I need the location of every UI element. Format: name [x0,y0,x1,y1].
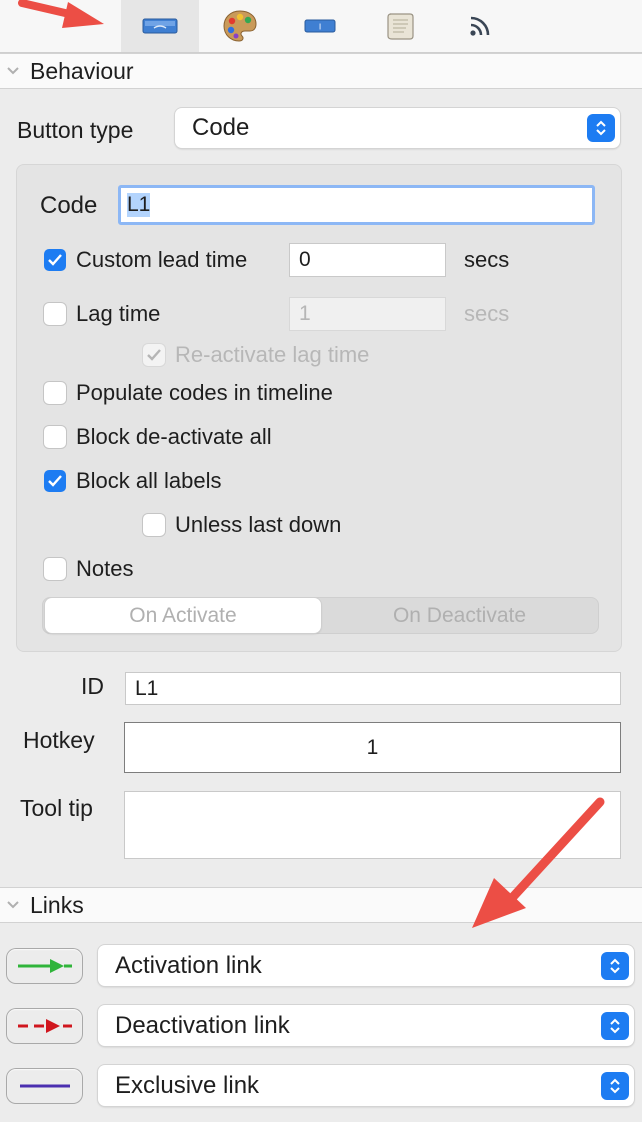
tooltip-textarea[interactable] [124,791,621,859]
exclusive-link-label: Exclusive link [115,1071,260,1099]
label-tab[interactable]: I [281,0,359,52]
label-tab-icon: I [304,19,336,33]
code-value: L1 [127,193,151,217]
block-deactivate-all-checkbox[interactable] [44,426,66,448]
updown-chevron-icon [601,1071,629,1100]
populate-codes-label: Populate codes in timeline [76,380,333,405]
id-input[interactable]: L1 [125,672,621,705]
behaviour-tab[interactable] [121,0,199,52]
deactivation-link-select[interactable]: Deactivation link [98,1005,634,1046]
lag-time-unit: secs [464,301,510,326]
deactivation-link-swatch[interactable] [7,1009,82,1043]
script-tab[interactable] [361,0,439,52]
unless-last-down-label: Unless last down [175,512,342,537]
behaviour-section-header[interactable]: Behaviour [0,53,642,89]
id-value: L1 [135,676,159,700]
tooltip-label: Tool tip [20,795,93,821]
custom-lead-time-label: Custom lead time [76,247,248,272]
segment-on-activate[interactable]: On Activate [45,598,321,633]
chevron-down-icon [4,896,22,914]
lag-time-value: 1 [299,302,311,325]
code-input[interactable]: L1 [118,185,595,225]
block-all-labels-label: Block all labels [76,468,222,493]
notes-checkbox[interactable] [44,558,66,580]
notes-label: Notes [76,556,134,581]
id-label: ID [81,673,104,699]
script-tab-icon [387,13,414,40]
updown-chevron-icon [601,1011,629,1040]
segment-on-deactivate[interactable]: On Deactivate [321,598,598,633]
checkmark-icon [147,349,161,361]
behaviour-section-title: Behaviour [30,57,134,84]
reactivate-lag-time-label: Re-activate lag time [175,342,370,367]
checkmark-icon [48,254,62,266]
broadcast-tab[interactable] [441,0,519,52]
hotkey-field[interactable]: 1 [124,722,621,773]
dashed-arrow-icon [17,1019,72,1033]
lead-time-value: 0 [299,248,311,271]
code-label: Code [40,192,98,219]
button-type-value: Code [192,114,250,141]
links-section-title: Links [30,891,84,918]
block-all-labels-checkbox[interactable] [44,470,66,492]
hotkey-value: 1 [366,735,379,759]
button-type-label: Button type [17,117,134,143]
updown-chevron-icon [601,951,629,980]
exclusive-link-swatch[interactable] [7,1069,82,1103]
lead-time-input[interactable]: 0 [289,243,446,277]
exclusive-link-select[interactable]: Exclusive link [98,1065,634,1106]
hotkey-label: Hotkey [23,727,95,753]
deactivation-link-label: Deactivation link [115,1011,290,1039]
svg-text:I: I [319,23,321,32]
populate-codes-checkbox[interactable] [44,382,66,404]
lag-time-checkbox[interactable] [44,303,66,325]
reactivate-lag-time-checkbox [143,344,165,366]
unless-last-down-checkbox[interactable] [143,514,165,536]
activation-link-select[interactable]: Activation link [98,945,634,986]
solid-line-icon [19,1084,70,1088]
behaviour-tab-icon [142,18,178,34]
block-deactivate-all-label: Block de-activate all [76,424,272,449]
activate-segmented-control: On Activate On Deactivate [43,598,598,633]
lag-time-input: 1 [289,297,446,331]
inspector-toolbar: I [0,0,642,53]
updown-chevron-icon [587,114,615,142]
custom-lead-time-checkbox[interactable] [44,249,66,271]
activation-link-label: Activation link [115,951,262,979]
chevron-down-icon [4,62,22,80]
appearance-tab[interactable] [201,0,279,52]
lead-time-unit: secs [464,247,510,272]
broadcast-tab-icon [470,16,490,36]
checkmark-icon [48,475,62,487]
appearance-palette-icon [223,10,257,42]
activation-link-swatch[interactable] [7,949,82,983]
button-type-select[interactable]: Code [175,108,620,148]
lag-time-label: Lag time [76,301,161,326]
links-section-header[interactable]: Links [0,887,642,923]
solid-arrow-icon [17,959,72,973]
